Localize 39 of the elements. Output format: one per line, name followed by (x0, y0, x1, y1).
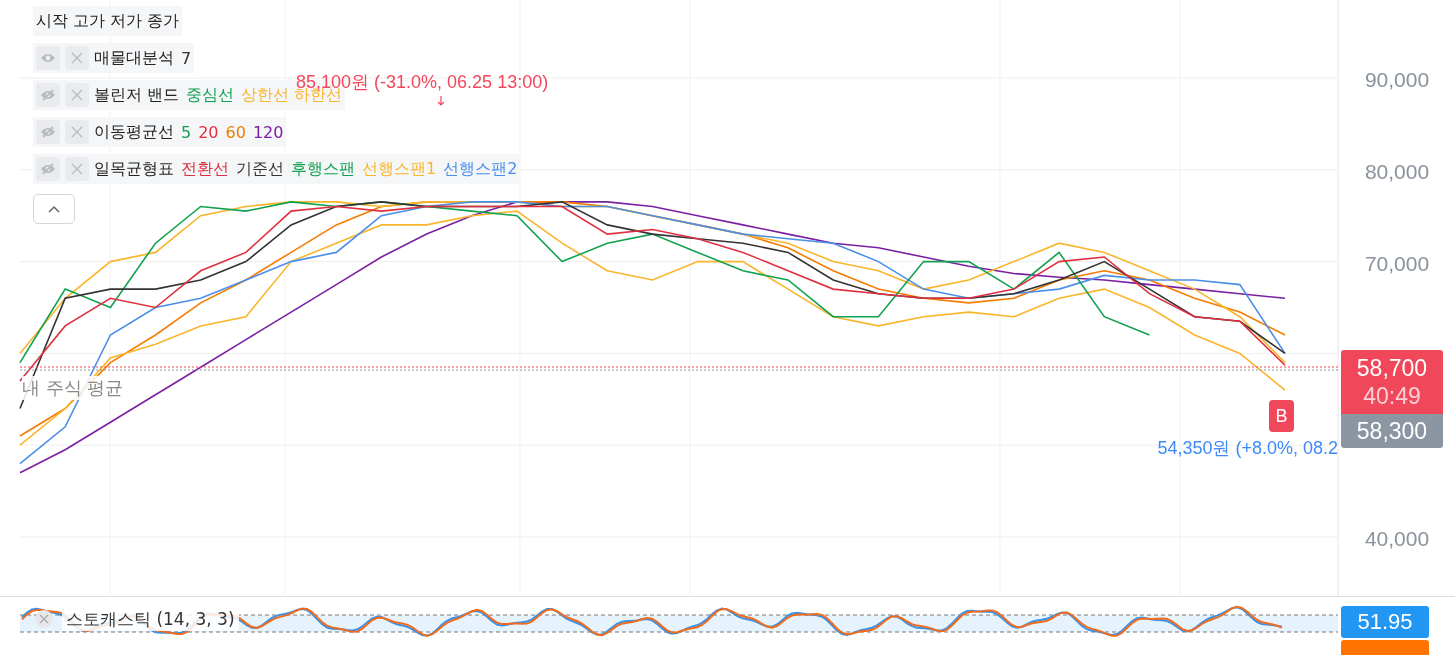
close-icon[interactable] (65, 46, 89, 70)
indicator-param: 120 (252, 122, 284, 142)
price-value: 58,700 (1356, 354, 1428, 382)
axis-label: 40,000 (1364, 527, 1430, 550)
axis-label: 90,000 (1364, 68, 1430, 91)
indicator-param: 선행스팬2 (443, 158, 518, 180)
eye-slash-icon[interactable] (36, 157, 60, 181)
axis-label: 80,000 (1364, 159, 1430, 183)
legend-label: 시작 고가 저가 종가 (36, 10, 180, 32)
indicator-param: 60 (225, 122, 246, 142)
close-icon[interactable] (65, 83, 89, 107)
indicator-name: 매물대분석 (94, 47, 174, 69)
indicator-name: 이동평균선 (94, 121, 174, 143)
countdown-timer: 40:49 (1363, 382, 1421, 410)
close-icon[interactable] (65, 157, 89, 181)
buy-marker: B (1269, 400, 1294, 432)
indicator-param: 기준선 (236, 158, 284, 180)
indicator-name: 일목균형표 (94, 158, 174, 180)
collapse-button[interactable] (33, 194, 75, 224)
indicator-param: 7 (181, 48, 192, 68)
indicator-param: 5 (181, 122, 192, 142)
eye-slash-icon[interactable] (36, 83, 60, 107)
indicator-name: 볼린저 밴드 (94, 84, 180, 106)
indicator-param: 20 (198, 122, 219, 142)
average-label: 내 주식 평균 (22, 376, 124, 400)
arrow-down-icon (437, 96, 445, 106)
indicator-param: 전환선 (181, 158, 229, 180)
close-icon[interactable] (65, 120, 89, 144)
axis-label: 70,000 (1364, 251, 1430, 275)
indicator-param: 후행스팬 (291, 158, 355, 180)
indicator-param: 선행스팬1 (362, 158, 437, 180)
value-badge: 51.95 (1341, 606, 1429, 638)
indicator-param: 중심선 (186, 84, 235, 106)
indicator-name: 스토캐스틱 (14, 3, 3) (62, 608, 239, 631)
eye-icon[interactable] (36, 46, 60, 70)
average-price-badge: 58,300 (1341, 414, 1443, 448)
caret-up-icon (48, 205, 60, 213)
eye-slash-icon[interactable] (36, 120, 60, 144)
price-annotation: 54,350원 (+8.0%, 08.2 (1157, 437, 1338, 460)
